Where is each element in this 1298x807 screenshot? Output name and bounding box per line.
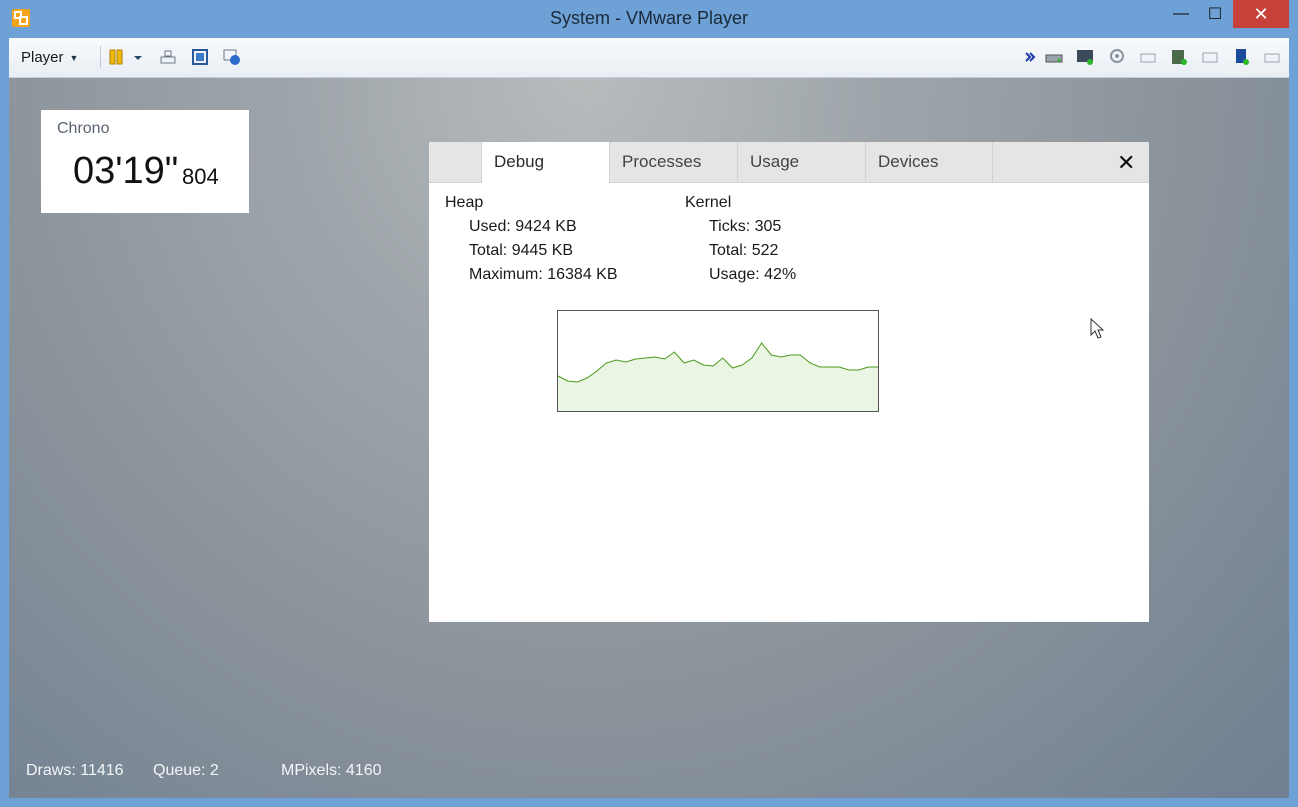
kernel-total: Total: 522 bbox=[709, 242, 779, 259]
tab-processes[interactable]: Processes bbox=[609, 142, 737, 182]
pause-dropdown-icon[interactable] bbox=[133, 48, 143, 66]
sound-card-icon[interactable] bbox=[1170, 48, 1188, 66]
chrono-time: 03'19" bbox=[73, 150, 179, 192]
tab-devices[interactable]: Devices bbox=[865, 142, 993, 182]
graph-area bbox=[558, 343, 878, 411]
status-mpixels: MPixels: 4160 bbox=[281, 762, 382, 779]
fullscreen-icon[interactable] bbox=[191, 48, 209, 66]
title-bar[interactable]: System - VMware Player — ☐ ✕ bbox=[0, 0, 1298, 38]
player-menu-label: Player bbox=[21, 49, 64, 66]
tab-bar: Debug Processes Usage Devices ✕ bbox=[429, 142, 1149, 183]
network-adapter-icon[interactable] bbox=[1076, 48, 1094, 66]
minimize-button[interactable]: — bbox=[1164, 0, 1198, 28]
more-devices-icon[interactable] bbox=[1024, 48, 1036, 66]
heap-used: Used: 9424 KB bbox=[469, 218, 577, 235]
window-title: System - VMware Player bbox=[549, 8, 749, 28]
tab-blank bbox=[429, 142, 481, 182]
kernel-title: Kernel bbox=[685, 194, 732, 211]
hard-disk-icon[interactable] bbox=[1045, 48, 1063, 66]
mouse-cursor-icon bbox=[1090, 318, 1105, 339]
chrono-widget: Chrono 03'19" 804 bbox=[41, 110, 249, 213]
heap-total: Total: 9445 KB bbox=[469, 242, 574, 259]
pause-icon[interactable] bbox=[107, 48, 125, 66]
guest-desktop[interactable]: Chrono 03'19" 804 Debug Processes Usage … bbox=[9, 78, 1289, 798]
system-panel: Debug Processes Usage Devices ✕ Heap Use… bbox=[429, 142, 1149, 622]
usage-graph bbox=[557, 310, 879, 412]
tab-debug[interactable]: Debug bbox=[481, 142, 609, 183]
webcam-icon[interactable] bbox=[1108, 48, 1126, 66]
heap-title: Heap bbox=[445, 194, 484, 211]
status-draws: Draws: 11416 bbox=[26, 762, 124, 779]
vmware-window: System - VMware Player — ☐ ✕ Player ▼ Ch… bbox=[0, 0, 1298, 807]
status-queue: Queue: 2 bbox=[153, 762, 219, 779]
close-panel-button[interactable]: ✕ bbox=[1117, 150, 1135, 176]
tab-usage[interactable]: Usage bbox=[737, 142, 865, 182]
kernel-ticks: Ticks: 305 bbox=[709, 218, 782, 235]
toolbar: Player ▼ bbox=[9, 38, 1289, 78]
message-log-icon[interactable] bbox=[1263, 48, 1281, 66]
heap-maximum: Maximum: 16384 KB bbox=[469, 266, 618, 283]
maximize-button[interactable]: ☐ bbox=[1198, 0, 1232, 28]
chrono-milliseconds: 804 bbox=[182, 164, 219, 189]
usb-controller-icon[interactable] bbox=[1232, 48, 1250, 66]
unity-icon[interactable] bbox=[223, 48, 241, 66]
player-menu-button[interactable]: Player ▼ bbox=[21, 49, 78, 66]
kernel-usage: Usage: 42% bbox=[709, 266, 797, 283]
printer-icon[interactable] bbox=[1139, 48, 1157, 66]
send-ctrl-alt-del-icon[interactable] bbox=[159, 48, 177, 66]
close-window-button[interactable]: ✕ bbox=[1233, 0, 1289, 28]
toolbar-divider bbox=[100, 46, 101, 68]
chevron-down-icon: ▼ bbox=[69, 52, 79, 63]
chrono-label: Chrono bbox=[57, 120, 110, 137]
usb-device-icon[interactable] bbox=[1201, 48, 1219, 66]
